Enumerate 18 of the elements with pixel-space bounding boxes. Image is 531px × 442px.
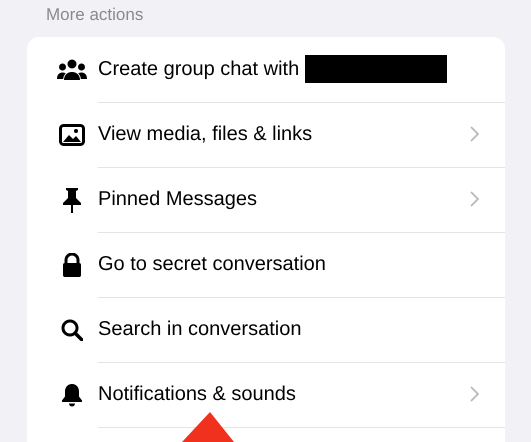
section-title: More actions xyxy=(45,4,144,26)
search-icon xyxy=(60,318,82,340)
lock-icon xyxy=(62,252,82,276)
menu-item[interactable]: View media, files & links xyxy=(49,102,505,167)
menu-label: Notifications & sounds xyxy=(98,382,296,406)
image-icon xyxy=(58,124,84,146)
bell-icon xyxy=(60,382,82,406)
menu-item[interactable]: Go to secret conversation xyxy=(49,232,505,297)
menu-label: View media, files & links xyxy=(98,122,312,146)
menu-label: Search in conversation xyxy=(98,318,302,340)
menu-item[interactable]: Create group chat with xyxy=(49,37,505,102)
group-icon xyxy=(56,58,86,80)
menu-item[interactable]: Search in conversation xyxy=(49,297,505,362)
menu-label: Go to secret conversation xyxy=(98,252,326,276)
menu-label: Create group chat with xyxy=(98,58,300,80)
pin-icon xyxy=(62,186,82,212)
menu-label: Pinned Messages xyxy=(98,188,257,210)
menu-item[interactable]: Pinned Messages xyxy=(49,167,505,232)
